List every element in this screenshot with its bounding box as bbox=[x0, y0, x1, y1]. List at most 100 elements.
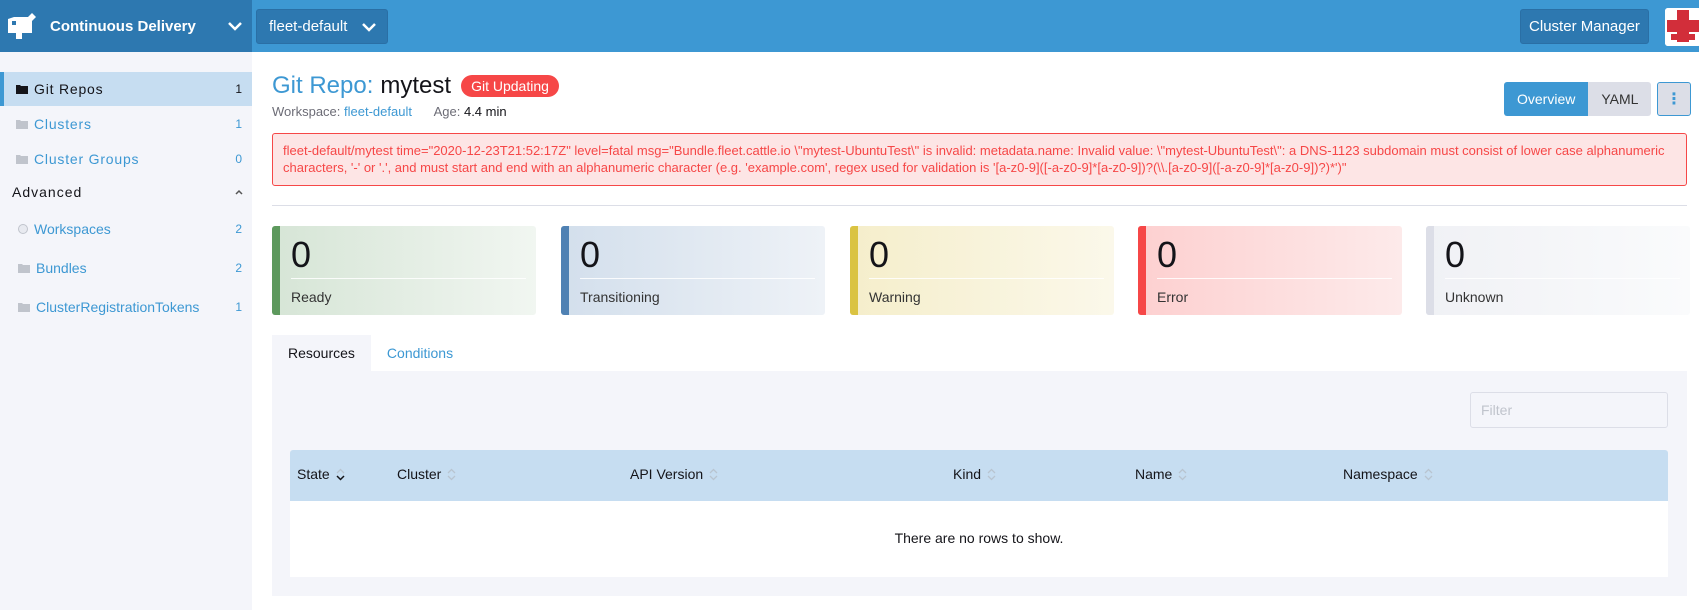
stat-value: 0 bbox=[580, 234, 601, 275]
page-title: Git Repo: mytest Git Updating bbox=[272, 72, 559, 100]
stat-value: 0 bbox=[1157, 234, 1178, 275]
tab-conditions[interactable]: Conditions bbox=[371, 335, 469, 371]
stat-label: Ready bbox=[291, 289, 332, 305]
sidebar-item-cluster-groups[interactable]: Cluster Groups 0 bbox=[0, 142, 252, 176]
sort-icon bbox=[447, 468, 456, 480]
chevron-down-icon bbox=[228, 22, 242, 31]
column-header-kind[interactable]: Kind bbox=[953, 466, 996, 482]
folder-icon bbox=[16, 85, 28, 94]
tab-bar: Resources Conditions bbox=[272, 335, 469, 371]
folder-icon bbox=[16, 120, 28, 129]
sidebar-group-advanced[interactable]: Advanced bbox=[12, 184, 244, 200]
stat-bar bbox=[272, 226, 280, 315]
chevron-up-icon bbox=[235, 189, 243, 195]
table-header: State Cluster API Version Kind Name Name… bbox=[290, 450, 1668, 501]
sort-icon bbox=[987, 468, 996, 480]
sidebar-item-label: Cluster Groups bbox=[34, 151, 140, 167]
stat-rule bbox=[580, 278, 815, 279]
sidebar-group-label: Advanced bbox=[12, 184, 83, 200]
stat-label: Unknown bbox=[1445, 289, 1504, 305]
sidebar-item-workspaces[interactable]: Workspaces 2 bbox=[0, 212, 252, 246]
app-title: Continuous Delivery bbox=[50, 17, 196, 35]
error-banner: fleet-default/mytest time="2020-12-23T21… bbox=[272, 133, 1687, 186]
page-title-name: mytest bbox=[380, 72, 452, 99]
cluster-manager-button[interactable]: Cluster Manager bbox=[1520, 9, 1649, 44]
column-label: Namespace bbox=[1343, 466, 1418, 482]
tab-resources[interactable]: Resources bbox=[272, 335, 371, 371]
folder-icon bbox=[18, 264, 30, 273]
stat-bar bbox=[561, 226, 569, 315]
folder-icon bbox=[18, 303, 30, 312]
stat-card-ready: 0 Ready bbox=[272, 226, 536, 315]
stat-value: 0 bbox=[291, 234, 312, 275]
sidebar-item-cluster-registration-tokens[interactable]: ClusterRegistrationTokens 1 bbox=[0, 290, 252, 324]
stat-rule bbox=[1157, 278, 1392, 279]
stat-card-transitioning: 0 Transitioning bbox=[561, 226, 825, 315]
sidebar-item-count: 0 bbox=[235, 152, 242, 166]
overview-button[interactable]: Overview bbox=[1504, 82, 1589, 116]
page-meta: Workspace: fleet-default Age: 4.4 min bbox=[272, 104, 507, 119]
actions-menu-button[interactable]: ⋮ bbox=[1657, 82, 1691, 116]
sort-icon bbox=[1424, 468, 1433, 480]
sidebar-item-count: 1 bbox=[235, 82, 242, 96]
product-switcher[interactable]: Continuous Delivery bbox=[0, 0, 252, 52]
sidebar-item-label: Git Repos bbox=[34, 81, 104, 97]
sidebar-item-clusters[interactable]: Clusters 1 bbox=[0, 107, 252, 141]
sidebar-item-bundles[interactable]: Bundles 2 bbox=[0, 251, 252, 285]
stat-bar bbox=[1138, 226, 1146, 315]
stat-value: 0 bbox=[1445, 234, 1466, 275]
sidebar-item-count: 2 bbox=[235, 222, 242, 236]
stat-label: Transitioning bbox=[580, 289, 660, 305]
column-header-state[interactable]: State bbox=[297, 466, 345, 482]
empty-table-message: There are no rows to show. bbox=[894, 530, 1064, 546]
sort-icon bbox=[336, 468, 345, 481]
stat-rule bbox=[291, 278, 526, 279]
stat-card-warning: 0 Warning bbox=[850, 226, 1114, 315]
workspace-label: Workspace: bbox=[272, 104, 341, 119]
column-label: State bbox=[297, 466, 330, 482]
age-value: 4.4 min bbox=[463, 104, 507, 119]
stat-bar bbox=[1426, 226, 1434, 315]
workspace-select[interactable]: fleet-default bbox=[256, 9, 388, 44]
stat-bar bbox=[850, 226, 858, 315]
user-avatar-icon bbox=[1665, 8, 1699, 46]
sort-icon bbox=[1178, 468, 1187, 480]
view-mode-toggle: Overview YAML bbox=[1504, 82, 1652, 116]
circle-icon bbox=[18, 224, 28, 234]
column-header-name[interactable]: Name bbox=[1135, 466, 1187, 482]
sidebar-item-label: Workspaces bbox=[34, 221, 111, 237]
sidebar-item-label: ClusterRegistrationTokens bbox=[36, 299, 200, 315]
workspace-select-value: fleet-default bbox=[269, 18, 348, 35]
sidebar-item-git-repos[interactable]: Git Repos 1 bbox=[0, 72, 252, 106]
status-badge: Git Updating bbox=[461, 75, 559, 97]
chevron-down-icon bbox=[362, 23, 376, 32]
stat-value: 0 bbox=[869, 234, 890, 275]
sidebar-item-count: 1 bbox=[235, 300, 242, 314]
sidebar-item-count: 1 bbox=[235, 117, 242, 131]
column-header-api-version[interactable]: API Version bbox=[630, 466, 718, 482]
column-label: Kind bbox=[953, 466, 982, 482]
column-label: API Version bbox=[630, 466, 704, 482]
age-label: Age: bbox=[433, 104, 461, 119]
kebab-icon: ⋮ bbox=[1666, 91, 1682, 108]
folder-icon bbox=[16, 155, 28, 164]
workspace-link[interactable]: fleet-default bbox=[344, 104, 412, 119]
sidebar-item-label: Bundles bbox=[36, 260, 87, 276]
fleet-logo-icon bbox=[2, 7, 40, 45]
filter-input[interactable] bbox=[1470, 392, 1668, 428]
stat-card-error: 0 Error bbox=[1138, 226, 1402, 315]
column-label: Cluster bbox=[397, 466, 442, 482]
column-header-namespace[interactable]: Namespace bbox=[1343, 466, 1433, 482]
stat-rule bbox=[869, 278, 1104, 279]
yaml-button[interactable]: YAML bbox=[1588, 82, 1652, 116]
page-title-type: Git Repo: bbox=[272, 72, 374, 99]
column-header-cluster[interactable]: Cluster bbox=[397, 466, 456, 482]
sidebar: Git Repos 1 Clusters 1 Cluster Groups 0 … bbox=[0, 52, 252, 610]
stat-label: Warning bbox=[869, 289, 921, 305]
stat-label: Error bbox=[1157, 289, 1189, 305]
sort-icon bbox=[709, 468, 718, 480]
avatar[interactable] bbox=[1665, 8, 1699, 46]
sidebar-item-label: Clusters bbox=[34, 116, 92, 132]
top-header: Continuous Delivery fleet-default Cluste… bbox=[0, 0, 1699, 52]
divider bbox=[272, 205, 1687, 206]
